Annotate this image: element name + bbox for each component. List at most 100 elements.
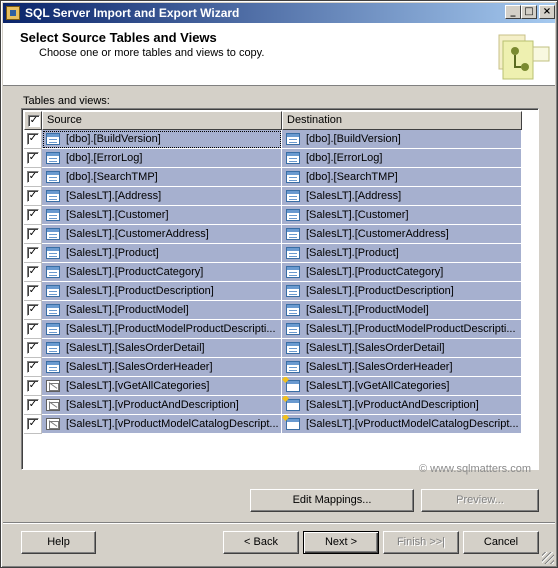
row-check-cell[interactable]: ✓ <box>24 130 42 149</box>
source-cell[interactable]: [SalesLT].[Customer] <box>42 206 282 225</box>
destination-cell[interactable]: [SalesLT].[Product] <box>282 244 522 263</box>
source-cell[interactable]: [dbo].[ErrorLog] <box>42 149 282 168</box>
table-row[interactable]: ✓ [SalesLT].[ProductDescription] [SalesLT]… <box>24 282 538 301</box>
destination-cell[interactable]: [dbo].[SearchTMP] <box>282 168 522 187</box>
maximize-button[interactable]: □ <box>521 5 537 19</box>
source-cell[interactable]: [SalesLT].[ProductModel] <box>42 301 282 320</box>
preview-button[interactable]: Preview... <box>421 489 539 512</box>
row-checkbox[interactable]: ✓ <box>27 380 39 392</box>
source-cell[interactable]: [SalesLT].[Product] <box>42 244 282 263</box>
source-cell[interactable]: [SalesLT].[ProductModelProductDescripti.… <box>42 320 282 339</box>
row-checkbox[interactable]: ✓ <box>27 304 39 316</box>
table-row[interactable]: ✓ [dbo].[BuildVersion] [dbo].[BuildVersion… <box>24 130 538 149</box>
row-checkbox[interactable]: ✓ <box>27 342 39 354</box>
help-button[interactable]: Help <box>21 531 96 554</box>
row-check-cell[interactable]: ✓ <box>24 225 42 244</box>
table-row[interactable]: ✓ [dbo].[SearchTMP] [dbo].[SearchTMP] <box>24 168 538 187</box>
row-check-cell[interactable]: ✓ <box>24 301 42 320</box>
size-grip[interactable] <box>542 552 554 564</box>
row-check-cell[interactable]: ✓ <box>24 187 42 206</box>
destination-cell[interactable]: [SalesLT].[SalesOrderHeader] <box>282 358 522 377</box>
row-checkbox[interactable]: ✓ <box>27 247 39 259</box>
row-check-cell[interactable]: ✓ <box>24 282 42 301</box>
destination-cell[interactable]: [SalesLT].[Address] <box>282 187 522 206</box>
destination-cell[interactable]: [SalesLT].[Customer] <box>282 206 522 225</box>
table-row[interactable]: ✓ [SalesLT].[Address] [SalesLT].[Address] <box>24 187 538 206</box>
destination-cell[interactable]: [SalesLT].[ProductDescription] <box>282 282 522 301</box>
select-all-header[interactable]: ✓ <box>24 111 42 130</box>
destination-cell[interactable]: [SalesLT].[vProductModelCatalogDescript.… <box>282 415 522 434</box>
close-button[interactable]: × <box>539 5 555 19</box>
table-row[interactable]: ✓ [SalesLT].[vProductAndDescription] [Sale… <box>24 396 538 415</box>
minimize-button[interactable]: _ <box>505 5 521 19</box>
table-row[interactable]: ✓ [SalesLT].[ProductModelProductDescripti… <box>24 320 538 339</box>
row-checkbox[interactable]: ✓ <box>27 228 39 240</box>
row-check-cell[interactable]: ✓ <box>24 415 42 434</box>
table-row[interactable]: ✓ [SalesLT].[vProductModelCatalogDescript… <box>24 415 538 434</box>
table-row[interactable]: ✓ [SalesLT].[vGetAllCategories] [SalesLT].… <box>24 377 538 396</box>
source-cell[interactable]: [SalesLT].[vProductModelCatalogDescript.… <box>42 415 282 434</box>
title-bar[interactable]: SQL Server Import and Export Wizard _ □ … <box>3 3 555 23</box>
table-row[interactable]: ✓ [SalesLT].[Product] [SalesLT].[Product] <box>24 244 538 263</box>
table-row[interactable]: ✓ [SalesLT].[CustomerAddress] [SalesLT].[C… <box>24 225 538 244</box>
table-row[interactable]: ✓ [SalesLT].[SalesOrderDetail] [SalesLT].[… <box>24 339 538 358</box>
destination-cell[interactable]: [SalesLT].[ProductModel] <box>282 301 522 320</box>
row-checkbox[interactable]: ✓ <box>27 323 39 335</box>
destination-cell[interactable]: [SalesLT].[CustomerAddress] <box>282 225 522 244</box>
edit-mappings-button[interactable]: Edit Mappings... <box>250 489 414 512</box>
source-cell[interactable]: [dbo].[BuildVersion] <box>42 130 282 149</box>
source-cell[interactable]: [SalesLT].[CustomerAddress] <box>42 225 282 244</box>
source-cell[interactable]: [dbo].[SearchTMP] <box>42 168 282 187</box>
table-row[interactable]: ✓ [SalesLT].[SalesOrderHeader] [SalesLT].[… <box>24 358 538 377</box>
cancel-button[interactable]: Cancel <box>463 531 539 554</box>
row-checkbox[interactable]: ✓ <box>27 171 39 183</box>
source-cell[interactable]: [SalesLT].[Address] <box>42 187 282 206</box>
row-checkbox[interactable]: ✓ <box>27 152 39 164</box>
destination-cell[interactable]: [SalesLT].[vProductAndDescription] <box>282 396 522 415</box>
row-checkbox[interactable]: ✓ <box>27 133 39 145</box>
row-check-cell[interactable]: ✓ <box>24 263 42 282</box>
row-checkbox[interactable]: ✓ <box>27 399 39 411</box>
back-button[interactable]: < Back <box>223 531 299 554</box>
row-check-cell[interactable]: ✓ <box>24 320 42 339</box>
next-button[interactable]: Next > <box>303 531 379 554</box>
source-cell[interactable]: [SalesLT].[vGetAllCategories] <box>42 377 282 396</box>
row-checkbox[interactable]: ✓ <box>27 418 39 430</box>
row-checkbox[interactable]: ✓ <box>27 209 39 221</box>
table-row[interactable]: ✓ [SalesLT].[ProductModel] [SalesLT].[Prod… <box>24 301 538 320</box>
source-cell[interactable]: [SalesLT].[ProductCategory] <box>42 263 282 282</box>
destination-cell[interactable]: [SalesLT].[SalesOrderDetail] <box>282 339 522 358</box>
row-check-cell[interactable]: ✓ <box>24 396 42 415</box>
row-check-cell[interactable]: ✓ <box>24 244 42 263</box>
row-checkbox[interactable]: ✓ <box>27 190 39 202</box>
source-cell[interactable]: [SalesLT].[SalesOrderHeader] <box>42 358 282 377</box>
source-cell[interactable]: [SalesLT].[SalesOrderDetail] <box>42 339 282 358</box>
source-cell-text: [dbo].[BuildVersion] <box>66 133 161 145</box>
source-cell-text: [SalesLT].[vGetAllCategories] <box>66 380 210 392</box>
view-icon <box>46 399 60 411</box>
table-row[interactable]: ✓ [dbo].[ErrorLog] [dbo].[ErrorLog] <box>24 149 538 168</box>
source-cell[interactable]: [SalesLT].[vProductAndDescription] <box>42 396 282 415</box>
destination-cell[interactable]: [SalesLT].[ProductModelProductDescripti.… <box>282 320 522 339</box>
finish-button[interactable]: Finish >>| <box>383 531 459 554</box>
row-checkbox[interactable]: ✓ <box>27 266 39 278</box>
destination-column-header[interactable]: Destination <box>282 111 522 130</box>
source-column-header[interactable]: Source <box>42 111 282 130</box>
table-row[interactable]: ✓ [SalesLT].[ProductCategory] [SalesLT].[P… <box>24 263 538 282</box>
row-check-cell[interactable]: ✓ <box>24 149 42 168</box>
destination-cell[interactable]: [dbo].[ErrorLog] <box>282 149 522 168</box>
select-all-checkbox[interactable]: ✓ <box>28 115 40 127</box>
row-checkbox[interactable]: ✓ <box>27 361 39 373</box>
row-check-cell[interactable]: ✓ <box>24 206 42 225</box>
destination-cell[interactable]: [SalesLT].[ProductCategory] <box>282 263 522 282</box>
row-check-cell[interactable]: ✓ <box>24 168 42 187</box>
destination-cell[interactable]: [SalesLT].[vGetAllCategories] <box>282 377 522 396</box>
row-check-cell[interactable]: ✓ <box>24 358 42 377</box>
destination-cell[interactable]: [dbo].[BuildVersion] <box>282 130 522 149</box>
tables-views-grid[interactable]: ✓ Source Destination ✓ [dbo].[BuildVersio… <box>21 108 539 470</box>
row-checkbox[interactable]: ✓ <box>27 285 39 297</box>
row-check-cell[interactable]: ✓ <box>24 339 42 358</box>
row-check-cell[interactable]: ✓ <box>24 377 42 396</box>
source-cell[interactable]: [SalesLT].[ProductDescription] <box>42 282 282 301</box>
table-row[interactable]: ✓ [SalesLT].[Customer] [SalesLT].[Customer… <box>24 206 538 225</box>
